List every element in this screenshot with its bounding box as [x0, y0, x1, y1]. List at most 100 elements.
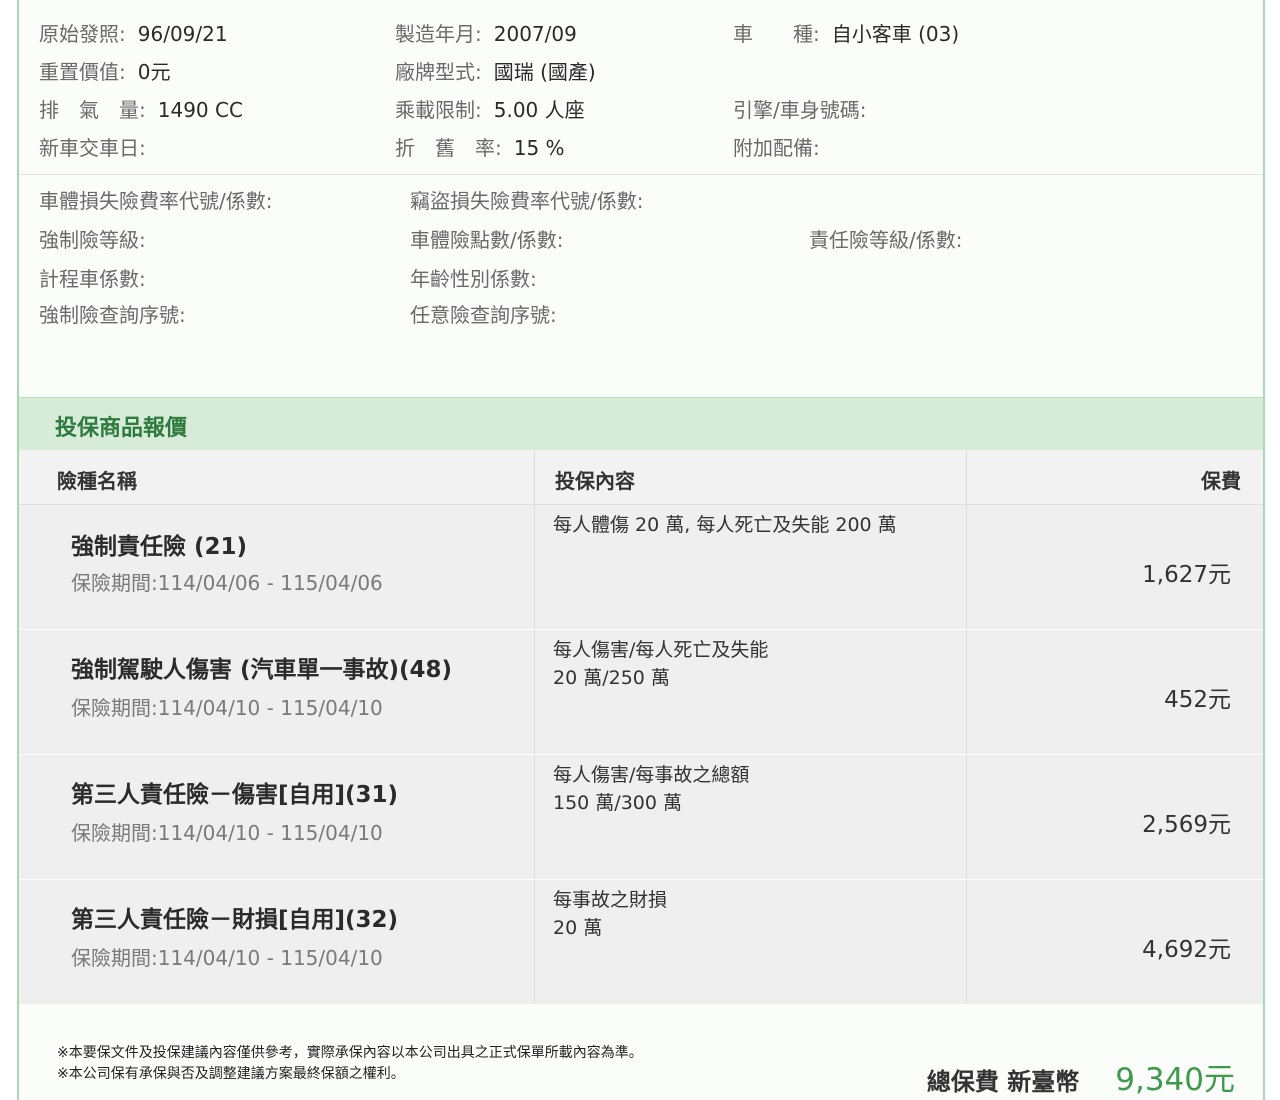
coverage-content: 每人傷害/每事故之總額 150 萬/300 萬 [553, 761, 749, 817]
accessories-label: 附加配備: [733, 136, 820, 160]
coverage-name: 強制駕駛人傷害 (汽車單一事故)(48) [71, 657, 453, 683]
header-name: 險種名稱 [57, 469, 137, 493]
engine-number-field: 引擎/車身號碼: [733, 97, 866, 123]
table-header: 險種名稱 投保內容 保費 [19, 450, 1263, 505]
liability-level-field: 責任險等級/係數: [809, 227, 962, 253]
engine-number-label: 引擎/車身號碼: [733, 98, 867, 122]
coverage-period: 保險期間:114/04/10 - 115/04/10 [71, 821, 383, 845]
coverage-fee: 2,569元 [1142, 812, 1231, 838]
body-points-field: 車體險點數/係數: [410, 227, 563, 253]
voluntary-query-label: 任意險查詢序號: [410, 303, 557, 327]
table-row: 強制責任險 (21) 保險期間:114/04/06 - 115/04/06 每人… [19, 505, 1263, 630]
coverage-name: 第三人責任險－傷害[自用](31) [71, 782, 399, 808]
coverage-content-line: 每人傷害/每事故之總額 [553, 764, 750, 786]
first-issue-label: 原始發照: [39, 22, 126, 46]
coverage-content-line: 20 萬 [553, 917, 603, 939]
column-divider [534, 450, 535, 504]
compulsory-level-label: 強制險等級: [39, 228, 146, 252]
total-premium: 總保費 新臺幣 9,340元 [927, 1054, 1235, 1099]
compulsory-query-label: 強制險查詢序號: [39, 303, 186, 327]
vehicle-type-field: 車 種: 自小客車 (03) [733, 21, 959, 47]
reset-value-value: 0元 [137, 60, 171, 84]
depreciation-label: 折 舊 率: [395, 136, 502, 160]
capacity-field: 乘載限制: 5.00 人座 [395, 97, 585, 123]
delivery-date-label: 新車交車日: [39, 136, 146, 160]
column-divider [966, 450, 967, 504]
quote-table: 險種名稱 投保內容 保費 強制責任險 (21) 保險期間:114/04/06 -… [19, 450, 1263, 1005]
quote-page: 原始發照: 96/09/21 製造年月: 2007/09 車 種: 自小客車 (03)… [0, 0, 1280, 1100]
displacement-label: 排 氣 量: [39, 98, 146, 122]
age-gender-field: 年齡性別係數: [410, 266, 537, 292]
table-row: 強制駕駛人傷害 (汽車單一事故)(48) 保險期間:114/04/10 - 11… [19, 630, 1263, 755]
quote-card: 原始發照: 96/09/21 製造年月: 2007/09 車 種: 自小客車 (03)… [17, 0, 1265, 1100]
mfg-date-field: 製造年月: 2007/09 [395, 21, 577, 47]
disclaimer-notes: ※本要保文件及投保建議內容僅供參考，實際承保內容以本公司出具之正式保單所載內容為… [57, 1043, 643, 1085]
coverage-name: 強制責任險 (21) [71, 534, 248, 560]
column-divider [534, 880, 535, 1004]
total-premium-value: 9,340元 [1115, 1062, 1235, 1098]
header-content: 投保內容 [555, 469, 635, 493]
theft-rate-label: 竊盜損失險費率代號/係數: [410, 189, 644, 213]
coverage-content: 每事故之財損 20 萬 [553, 886, 667, 942]
compulsory-query-field: 強制險查詢序號: [39, 302, 186, 328]
reset-value-field: 重置價值: 0元 [39, 59, 170, 85]
taxi-coefficient-field: 計程車係數: [39, 266, 146, 292]
coverage-fee: 1,627元 [1142, 562, 1231, 588]
coverage-content: 每人傷害/每人死亡及失能 20 萬/250 萬 [553, 636, 768, 692]
voluntary-query-field: 任意險查詢序號: [410, 302, 557, 328]
coverage-period: 保險期間:114/04/10 - 115/04/10 [71, 946, 383, 970]
coverage-period: 保險期間:114/04/06 - 115/04/06 [71, 571, 383, 595]
first-issue-value: 96/09/21 [137, 22, 228, 46]
coverage-content-line: 150 萬/300 萬 [553, 792, 683, 814]
brand-label: 廠牌型式: [395, 60, 482, 84]
coverage-fee: 4,692元 [1142, 937, 1231, 963]
mfg-date-label: 製造年月: [395, 22, 482, 46]
capacity-label: 乘載限制: [395, 98, 482, 122]
depreciation-value: 15 % [513, 136, 565, 160]
column-divider [966, 630, 967, 754]
column-divider [966, 505, 967, 629]
first-issue-field: 原始發照: 96/09/21 [39, 21, 228, 47]
table-row: 第三人責任險－財損[自用](32) 保險期間:114/04/10 - 115/0… [19, 880, 1263, 1005]
column-divider [534, 630, 535, 754]
vehicle-info-section: 原始發照: 96/09/21 製造年月: 2007/09 車 種: 自小客車 (03)… [19, 0, 1263, 175]
vehicle-type-value: 自小客車 (03) [831, 22, 960, 46]
coverage-fee: 452元 [1164, 687, 1231, 713]
coverage-content: 每人體傷 20 萬, 每人死亡及失能 200 萬 [553, 511, 897, 539]
compulsory-level-field: 強制險等級: [39, 227, 146, 253]
body-rate-field: 車體損失險費率代號/係數: [39, 188, 272, 214]
theft-rate-field: 竊盜損失險費率代號/係數: [410, 188, 643, 214]
coverage-name: 第三人責任險－財損[自用](32) [71, 907, 399, 933]
table-row: 第三人責任險－傷害[自用](31) 保險期間:114/04/10 - 115/0… [19, 755, 1263, 880]
brand-field: 廠牌型式: 國瑞 (國產) [395, 59, 596, 85]
body-rate-label: 車體損失險費率代號/係數: [39, 189, 273, 213]
vehicle-type-label: 車 種: [733, 22, 820, 46]
coefficients-section: 車體損失險費率代號/係數: 竊盜損失險費率代號/係數: 強制險等級: 車體險點數… [19, 174, 1263, 396]
capacity-value: 5.00 人座 [493, 98, 585, 122]
depreciation-field: 折 舊 率: 15 % [395, 135, 565, 161]
column-divider [534, 755, 535, 879]
accessories-field: 附加配備: [733, 135, 820, 161]
mfg-date-value: 2007/09 [493, 22, 577, 46]
coverage-content-line: 每人體傷 20 萬, 每人死亡及失能 200 萬 [553, 514, 897, 536]
header-fee: 保費 [1201, 469, 1241, 493]
coverage-period: 保險期間:114/04/10 - 115/04/10 [71, 696, 383, 720]
column-divider [534, 505, 535, 629]
disclaimer-note: ※本公司保有承保與否及調整建議方案最終保額之權利。 [57, 1066, 405, 1082]
column-divider [966, 755, 967, 879]
displacement-field: 排 氣 量: 1490 CC [39, 97, 243, 123]
coverage-content-line: 每事故之財損 [553, 889, 668, 911]
liability-level-label: 責任險等級/係數: [809, 228, 963, 252]
product-quote-header: 投保商品報價 [19, 397, 1263, 451]
total-premium-label: 總保費 新臺幣 [926, 1068, 1080, 1096]
coverage-content-line: 每人傷害/每人死亡及失能 [553, 639, 769, 661]
coverage-content-line: 20 萬/250 萬 [553, 667, 670, 689]
taxi-coefficient-label: 計程車係數: [39, 267, 146, 291]
product-quote-title: 投保商品報價 [55, 416, 188, 441]
body-points-label: 車體險點數/係數: [410, 228, 564, 252]
displacement-value: 1490 CC [157, 98, 243, 122]
reset-value-label: 重置價值: [39, 60, 126, 84]
disclaimer-note: ※本要保文件及投保建議內容僅供參考，實際承保內容以本公司出具之正式保單所載內容為… [57, 1045, 643, 1061]
delivery-date-field: 新車交車日: [39, 135, 146, 161]
age-gender-label: 年齡性別係數: [410, 267, 537, 291]
